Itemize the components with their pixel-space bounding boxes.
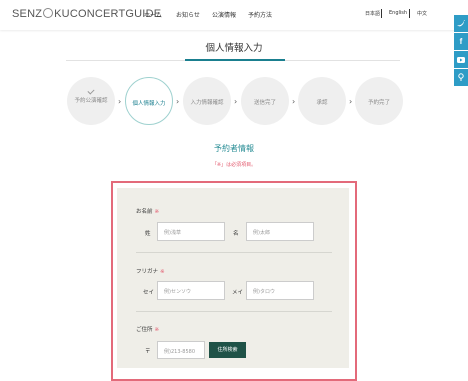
chevron-right-icon: › [349, 97, 353, 106]
name-group-label: お名前 ※ [136, 209, 160, 215]
last-name-kana-input[interactable]: 例)センソウ [157, 281, 225, 300]
last-name-label: 姓 [145, 231, 151, 237]
step-label: 予約公演確認 [74, 98, 108, 104]
first-name-kana-label: メイ [232, 290, 244, 296]
first-name-label: 名 [233, 231, 239, 237]
lang-divider [409, 9, 410, 18]
check-icon [87, 87, 95, 95]
postal-mark-label: 〒 [145, 349, 151, 355]
first-name-input[interactable]: 例)太郎 [246, 222, 314, 241]
step-label: 送信完了 [253, 100, 276, 106]
chevron-right-icon: › [118, 97, 122, 106]
nav-news[interactable]: お知らせ [176, 10, 200, 19]
first-name-kana-input[interactable]: 例)タロウ [246, 281, 314, 300]
form-divider [136, 252, 332, 253]
address-group-label: ご住所 ※ [136, 327, 160, 333]
step-reservation-complete: 予約完了 [355, 77, 403, 125]
section-title: 予約者情報 [214, 144, 254, 153]
lang-japanese[interactable]: 日本語 [365, 10, 380, 17]
address-search-button[interactable]: 住所検索 [209, 342, 246, 358]
required-mark: ※ [160, 269, 165, 275]
lang-chinese[interactable]: 中文 [417, 10, 427, 17]
last-name-input[interactable]: 例)浅草 [157, 222, 225, 241]
page-title: 個人情報入力 [205, 43, 263, 54]
step-label: 個人情報入力 [132, 101, 166, 107]
site-header: SENZ KUCONCERTGUIDE ホーム お知らせ 公演情報 予約方法 日本… [0, 0, 468, 30]
chevron-right-icon: › [292, 97, 296, 106]
required-mark: ※ [154, 209, 160, 215]
lang-divider [381, 9, 382, 18]
required-mark: ※ [154, 327, 160, 333]
logo-text-part1: SENZ [12, 8, 43, 20]
nav-home[interactable]: ホーム [144, 10, 162, 19]
step-confirm-performance: 予約公演確認 [67, 77, 115, 125]
step-label: 承認 [316, 100, 328, 106]
step-label: 入力情報確認 [190, 100, 224, 106]
last-name-kana-label: セイ [143, 290, 155, 296]
logo-circle-icon [43, 8, 54, 18]
nav-performances[interactable]: 公演情報 [212, 10, 236, 19]
furigana-group-label: フリガナ ※ [136, 269, 165, 275]
step-confirm-input: 入力情報確認 [183, 77, 231, 125]
map-pin-icon[interactable] [454, 69, 468, 86]
nav-how-to-reserve[interactable]: 予約方法 [248, 10, 272, 19]
site-logo[interactable]: SENZ KUCONCERTGUIDE [12, 8, 161, 20]
step-personal-info: 個人情報入力 [125, 77, 173, 125]
lang-english[interactable]: English [389, 10, 407, 16]
form-divider [136, 311, 332, 312]
step-sent: 送信完了 [241, 77, 289, 125]
postal-code-input[interactable]: 例)213-8580 [157, 341, 205, 359]
required-note: 「※」は必須項目。 [211, 162, 257, 168]
step-label: 予約完了 [367, 100, 390, 106]
step-approval: 承認 [298, 77, 346, 125]
chevron-right-icon: › [176, 97, 180, 106]
twitter-icon[interactable] [454, 15, 468, 32]
chevron-right-icon: › [234, 97, 238, 106]
title-accent-bar [185, 59, 285, 61]
